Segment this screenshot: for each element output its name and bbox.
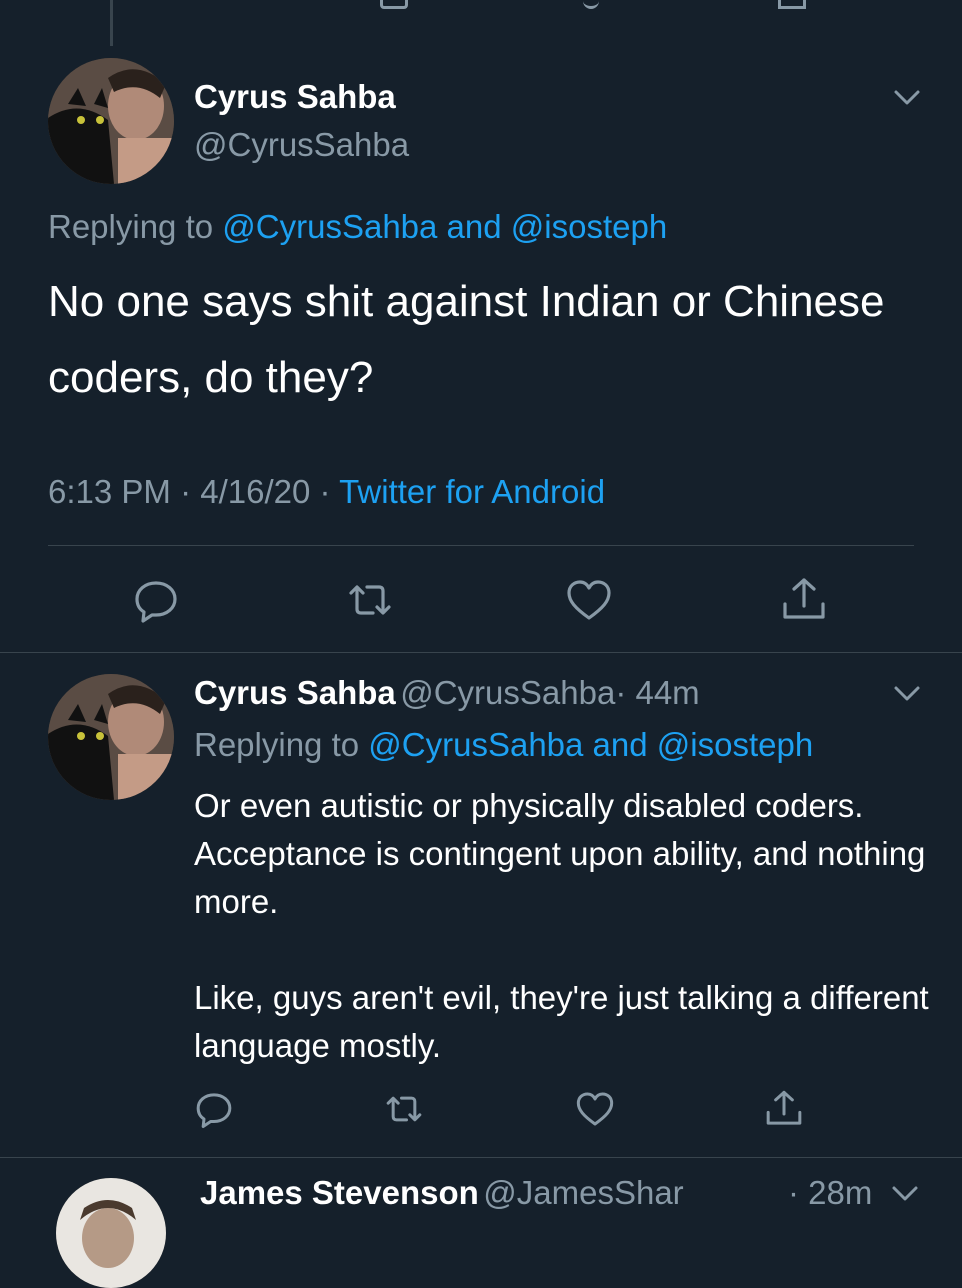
author-handle[interactable]: @CyrusSahba [194,126,409,164]
divider [48,545,914,546]
tweet-text: Or even autistic or physically disabled … [194,782,934,1070]
author-name[interactable]: Cyrus Sahba [194,674,396,711]
tweet-meta: 6:13 PM · 4/16/20 · Twitter for Android [48,473,606,510]
avatar-photo-icon [48,674,174,800]
retweet-icon[interactable] [384,1089,424,1129]
tweet-paragraph: Or even autistic or physically disabled … [194,787,926,920]
heart-icon[interactable] [565,576,613,624]
replying-to: Replying to @CyrusSahba and @isosteph [194,726,813,764]
author-name[interactable]: James Stevenson [200,1174,479,1211]
avatar[interactable] [56,1178,166,1288]
chevron-down-icon[interactable] [892,678,922,708]
tweet-paragraph: Like, guys aren't evil, they're just tal… [194,979,929,1064]
tweet-time-ago: · 28m [788,1174,873,1211]
share-icon-clipped[interactable] [778,0,806,9]
author-name[interactable]: Cyrus Sahba [194,78,396,116]
heart-icon[interactable] [575,1089,615,1129]
replying-to: Replying to @CyrusSahba and @isosteph [48,208,667,246]
tweet-time: 6:13 PM [48,473,171,510]
tweet-client[interactable]: Twitter for Android [339,473,605,510]
author-handle[interactable]: @JamesShar [483,1174,683,1211]
next-tweet-header: James Stevenson @JamesShar [200,1174,684,1212]
divider [0,1157,962,1158]
avatar-photo-icon [56,1178,166,1288]
tweet-text: No one says shit against Indian or Chine… [48,277,885,402]
avatar[interactable] [48,58,174,184]
tweet-time-ago: · 44m [615,674,700,711]
replying-to-mentions[interactable]: @CyrusSahba and @isosteph [222,208,667,245]
replying-to-mentions[interactable]: @CyrusSahba and @isosteph [368,726,813,763]
reply-header: Cyrus Sahba @CyrusSahba· 44m [194,674,700,712]
avatar[interactable] [48,674,174,800]
reply-icon[interactable] [194,1089,234,1129]
share-icon[interactable] [780,576,828,624]
thread-connector-line [110,0,113,46]
replying-to-label: Replying to [194,726,360,763]
author-handle[interactable]: @CyrusSahba [400,674,615,711]
tweet-date: 4/16/20 [200,473,311,510]
divider [0,652,962,653]
retweet-icon-clipped[interactable] [380,0,408,9]
heart-icon-clipped[interactable] [583,0,599,9]
chevron-down-icon[interactable] [892,82,922,112]
avatar-photo-icon [48,58,174,184]
reply-icon[interactable] [132,576,180,624]
retweet-icon[interactable] [346,576,394,624]
replying-to-label: Replying to [48,208,214,245]
share-icon[interactable] [764,1089,804,1129]
chevron-down-icon[interactable] [890,1178,920,1208]
